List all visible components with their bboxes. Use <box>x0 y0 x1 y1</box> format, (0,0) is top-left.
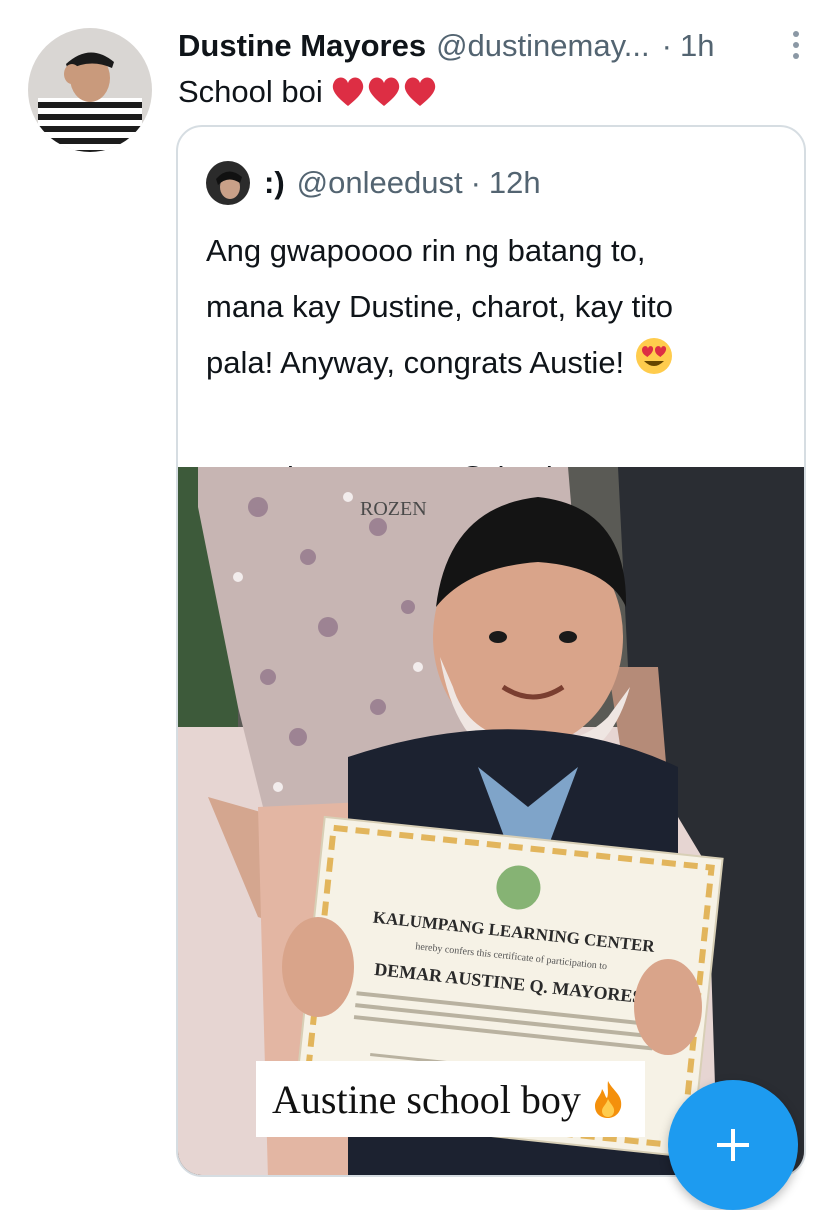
quoted-avatar[interactable] <box>206 161 250 205</box>
red-heart-icon <box>332 77 363 106</box>
separator-dot: · <box>661 28 672 63</box>
quoted-header: :) @onleedust · 12h <box>206 161 541 205</box>
quoted-photo[interactable]: ROZEN KALUMPANG LEARNING CENTER hereby c… <box>178 467 804 1175</box>
photo-caption: Austine school boy <box>256 1061 645 1137</box>
quoted-line: Ang gwapoooo rin ng batang to, <box>206 233 646 268</box>
tweet-body: School boi <box>178 74 323 109</box>
quoted-line: pala! Anyway, congrats Austie! <box>206 335 796 394</box>
tweet-text: School boi <box>178 74 437 110</box>
quoted-time[interactable]: 12h <box>489 165 541 201</box>
author-avatar[interactable] <box>28 28 152 152</box>
tweet-time[interactable]: 1h <box>680 28 714 64</box>
quoted-name[interactable]: :) <box>264 165 285 201</box>
hearts-group <box>331 76 437 108</box>
quoted-handle[interactable]: @onleedust <box>297 165 463 201</box>
quoted-line: mana kay Dustine, charot, kay tito <box>206 289 673 324</box>
caption-text: Austine school boy <box>272 1076 581 1122</box>
quoted-tweet[interactable]: :) @onleedust · 12h Ang gwapoooo rin ng … <box>176 125 806 1177</box>
plus-icon <box>717 1129 749 1161</box>
quoted-separator: · <box>470 165 481 200</box>
compose-fab-button[interactable] <box>668 1080 798 1210</box>
quoted-text: Ang gwapoooo rin ng batang to, mana kay … <box>206 223 796 506</box>
more-options-icon[interactable] <box>792 30 800 60</box>
heart-eyes-emoji-icon <box>634 336 674 394</box>
author-handle[interactable]: @dustinemay... <box>436 28 650 64</box>
tweet-header: Dustine Mayores @dustinemay... · 1h <box>178 26 806 66</box>
shirt-text: ROZEN <box>360 498 427 520</box>
red-heart-icon <box>404 77 435 106</box>
quoted-line-text: pala! Anyway, congrats Austie! <box>206 345 625 380</box>
author-name[interactable]: Dustine Mayores <box>178 28 426 64</box>
fire-emoji-icon <box>591 1079 625 1119</box>
red-heart-icon <box>368 77 399 106</box>
